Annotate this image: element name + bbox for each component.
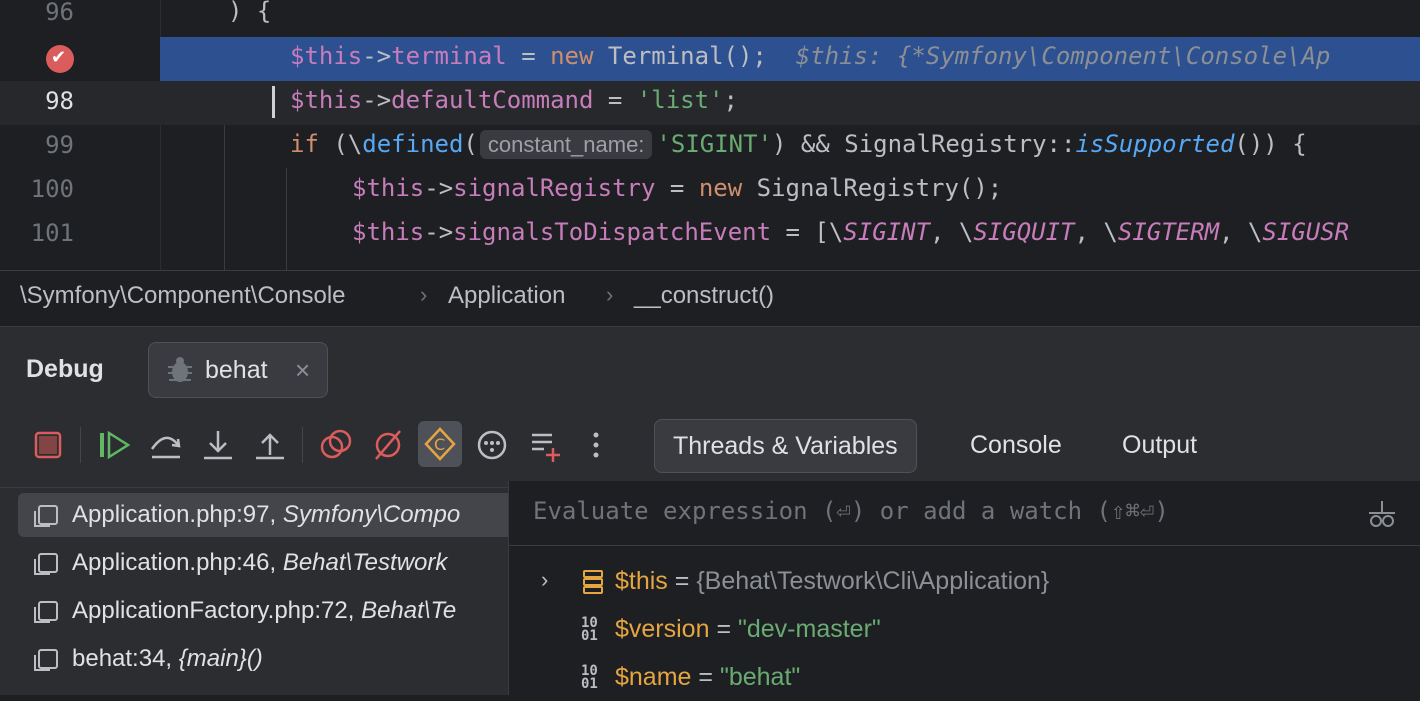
add-watch-icon[interactable] [1367, 499, 1397, 529]
chevron-right-icon: › [606, 282, 614, 307]
code-editor[interactable]: 96 ) { ✔ $this->terminal = new Terminal(… [0, 0, 1420, 270]
step-out-icon[interactable] [250, 425, 290, 465]
close-icon[interactable]: × [295, 355, 310, 386]
tool-window-title: Debug [26, 355, 104, 383]
text-caret [272, 86, 275, 118]
break-on-first-line-icon: C [424, 427, 456, 461]
listen-connections-icon[interactable] [472, 425, 512, 465]
line-number: 99 [45, 131, 74, 159]
frame-item[interactable]: ApplicationFactory.php:72, Behat\Te [18, 589, 508, 633]
step-over-icon[interactable] [146, 425, 186, 465]
line-code: $this->terminal = new Terminal(); $this:… [290, 42, 1331, 70]
primitive-icon: 10 01 [581, 663, 598, 692]
breadcrumb-class[interactable]: Application [448, 282, 565, 310]
step-into-icon[interactable] [198, 425, 238, 465]
code-line-execution-point[interactable]: ✔ $this->terminal = new Terminal(); $thi… [0, 37, 1420, 81]
chevron-right-icon[interactable]: › [541, 567, 548, 593]
variable-row[interactable]: › $this = {Behat\Testwork\Cli\Applicatio… [509, 557, 1420, 605]
code-line[interactable]: 96 ) { [0, 0, 1420, 36]
parameter-hint: constant_name: [479, 130, 653, 159]
line-code: $this->signalsToDispatchEvent = [\SIGINT… [352, 218, 1350, 246]
object-icon [583, 570, 603, 594]
bug-icon [168, 357, 192, 382]
toolbar-separator [80, 427, 81, 463]
check-icon: ✔ [51, 47, 67, 67]
evaluate-placeholder: Evaluate expression (⏎) or add a watch (… [533, 497, 1169, 525]
tab-output[interactable]: Output [1104, 419, 1215, 471]
line-number: 96 [45, 0, 74, 26]
line-code: $this->signalRegistry = new SignalRegist… [352, 174, 1003, 202]
code-line[interactable]: 101 $this->signalsToDispatchEvent = [\SI… [0, 213, 1420, 257]
breadcrumb-method[interactable]: __construct() [634, 282, 774, 310]
session-label: behat [205, 356, 268, 384]
frames-list: Application.php:97, Symfony\Compo Applic… [0, 487, 508, 696]
breadcrumb: \Symfony\Component\Console › Application… [0, 270, 1420, 321]
primitive-icon: 10 01 [581, 615, 598, 644]
add-configuration-icon[interactable] [526, 425, 566, 465]
variables-panel: Evaluate expression (⏎) or add a watch (… [508, 481, 1420, 695]
frame-item[interactable]: Application.php:97, Symfony\Compo [18, 493, 508, 537]
evaluate-expression-input[interactable]: Evaluate expression (⏎) or add a watch (… [509, 481, 1420, 546]
line-number: 98 [45, 87, 74, 115]
svg-text:C: C [434, 435, 445, 454]
line-code: if (\defined(constant_name: 'SIGINT') && … [290, 130, 1307, 159]
frame-icon [34, 649, 58, 671]
more-options-icon[interactable] [576, 425, 616, 465]
tab-threads-variables[interactable]: Threads & Variables [654, 419, 917, 473]
frame-item[interactable]: Application.php:46, Behat\Testwork [18, 541, 508, 585]
code-line[interactable]: 100 $this->signalRegistry = new SignalRe… [0, 169, 1420, 213]
chevron-right-icon: › [420, 282, 428, 307]
breadcrumb-namespace[interactable]: \Symfony\Component\Console [20, 282, 346, 310]
resume-icon[interactable] [94, 425, 134, 465]
code-line-current[interactable]: 98 $this->defaultCommand = 'list'; [0, 81, 1420, 125]
frame-item[interactable]: behat:34, {main}() [18, 637, 508, 681]
view-breakpoints-icon[interactable] [316, 425, 356, 465]
toggle-button-active-bg[interactable]: C [418, 421, 462, 467]
line-number: 101 [30, 219, 74, 247]
stop-icon[interactable] [28, 425, 68, 465]
line-code: ) { [228, 0, 272, 25]
mute-breakpoints-icon[interactable] [368, 425, 408, 465]
debug-session-tab[interactable]: behat × [148, 342, 328, 398]
code-line[interactable]: 99 if (\defined(constant_name: 'SIGINT') … [0, 125, 1420, 169]
tab-console[interactable]: Console [952, 419, 1080, 471]
variable-row[interactable]: 10 01 $version = "dev-master" [509, 605, 1420, 653]
frame-icon [34, 553, 58, 575]
line-number: 100 [30, 175, 74, 203]
frame-icon [34, 601, 58, 623]
toolbar-separator [302, 427, 303, 463]
frame-icon [34, 505, 58, 527]
debug-tool-window: Debug behat × C Threads & Variables Cons… [0, 326, 1420, 695]
inline-debug-value: $this: {*Symfony\Component\Console\Ap [766, 42, 1331, 70]
line-code: $this->defaultCommand = 'list'; [290, 86, 738, 114]
